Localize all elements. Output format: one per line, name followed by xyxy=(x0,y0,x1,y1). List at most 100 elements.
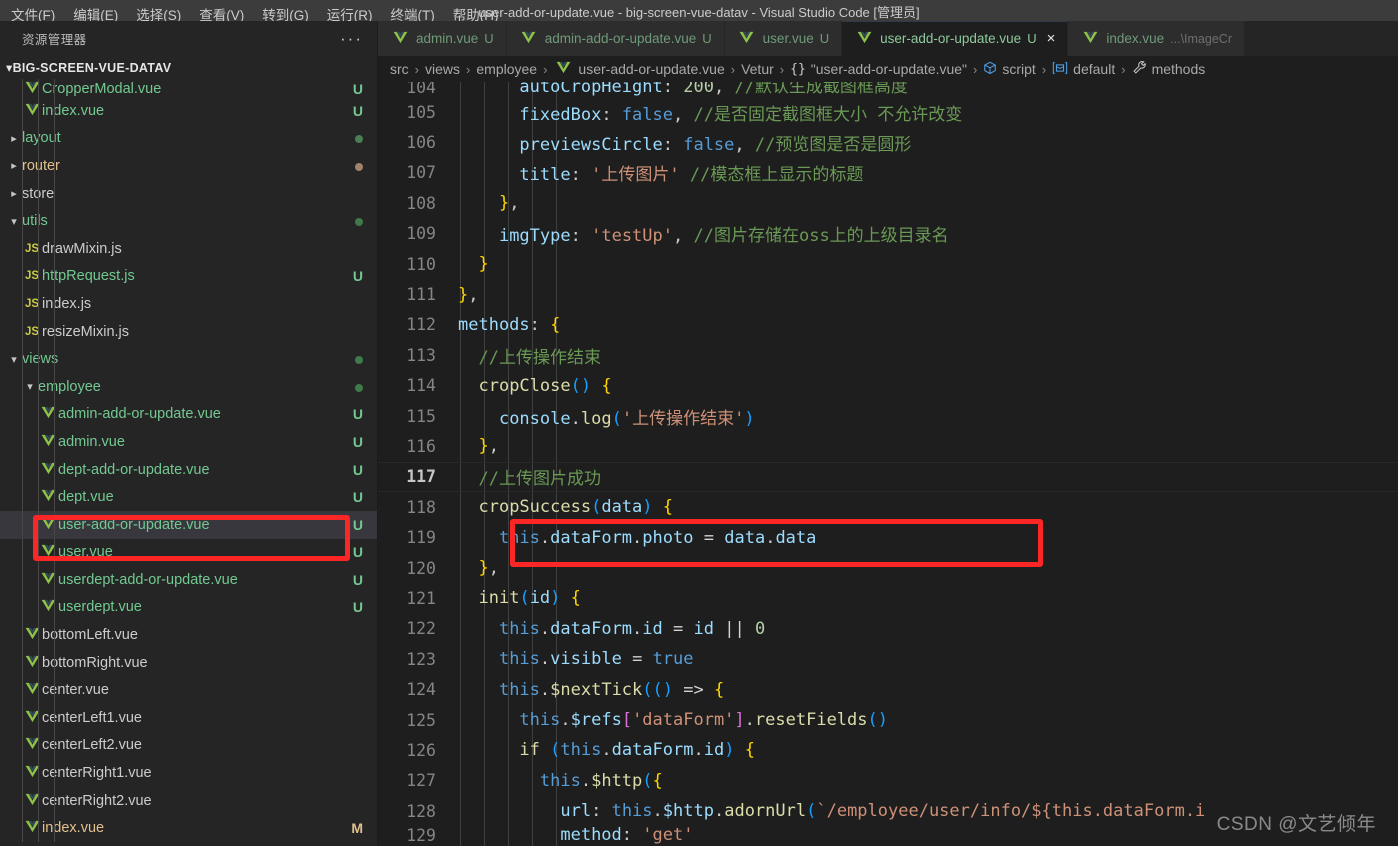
code-editor[interactable]: 104 autoCropHeight: 200, //默认生成截图框高度 105 … xyxy=(378,82,1398,846)
editor-tab[interactable]: user-add-or-update.vue U × xyxy=(842,21,1069,56)
tree-file-row[interactable]: bottomLeft.vue xyxy=(0,621,377,649)
line-number: 123 xyxy=(406,649,436,669)
code-line[interactable]: 107 title: '上传图片' //模态框上显示的标题 xyxy=(378,158,1398,188)
menu-item-run[interactable]: 运行(R) xyxy=(318,5,382,21)
menu-item-view[interactable]: 查看(V) xyxy=(190,5,253,21)
code-line[interactable]: 122 this.dataForm.id = id || 0 xyxy=(378,614,1398,644)
menu-item-file[interactable]: 文件(F) xyxy=(2,5,64,21)
workspace-root-row[interactable]: ▾ BIG-SCREEN-VUE-DATAV xyxy=(0,56,377,79)
tree-item-label: centerRight2.vue xyxy=(42,792,152,809)
tree-file-row[interactable]: dept.vue U xyxy=(0,483,377,511)
code-line[interactable]: 126 if (this.dataForm.id) { xyxy=(378,735,1398,765)
tree-file-row[interactable]: user.vue U xyxy=(0,539,377,567)
code-line[interactable]: 111}, xyxy=(378,279,1398,309)
tree-file-row[interactable]: index.vue U xyxy=(0,97,377,125)
code-content[interactable]: 104 autoCropHeight: 200, //默认生成截图框高度 105 … xyxy=(378,82,1398,844)
git-status-badge: U xyxy=(352,81,363,97)
file-tree[interactable]: CropperModal.vue Uindex.vue U ▸ layout ▸ route… xyxy=(0,79,377,843)
code-line[interactable]: 117 //上传图片成功 xyxy=(378,461,1398,493)
tree-folder-row[interactable]: ▾ views xyxy=(0,345,377,373)
tree-file-row[interactable]: JS resizeMixin.js xyxy=(0,318,377,346)
code-line[interactable]: 123 this.visible = true xyxy=(378,644,1398,674)
title-bar: 文件(F) 编辑(E) 选择(S) 查看(V) 转到(G) 运行(R) 终端(T… xyxy=(0,0,1398,21)
breadcrumb-item[interactable]: script xyxy=(979,61,1039,78)
tree-folder-row[interactable]: ▸ layout xyxy=(0,125,377,153)
editor-tab[interactable]: admin-add-or-update.vue U xyxy=(506,21,725,56)
editor-tab[interactable]: admin.vue U xyxy=(378,21,507,56)
menu-item-help[interactable]: 帮助(H) xyxy=(444,5,508,21)
breadcrumb-item[interactable]: methods xyxy=(1128,60,1210,78)
breadcrumb-item[interactable]: employee xyxy=(472,61,541,77)
breadcrumb-item[interactable]: default xyxy=(1048,61,1119,78)
tree-folder-row[interactable]: ▸ router xyxy=(0,152,377,180)
module-icon xyxy=(1052,61,1068,78)
breadcrumb-item[interactable]: Vetur xyxy=(737,61,778,77)
tree-file-row[interactable]: userdept-add-or-update.vue U xyxy=(0,566,377,594)
vscode-window: 文件(F) 编辑(E) 选择(S) 查看(V) 转到(G) 运行(R) 终端(T… xyxy=(0,0,1398,846)
menu-item-go[interactable]: 转到(G) xyxy=(253,5,318,21)
breadcrumb-item[interactable]: src xyxy=(386,61,413,77)
tree-file-row[interactable]: centerRight2.vue xyxy=(0,787,377,815)
tree-item-label: centerLeft1.vue xyxy=(42,709,142,726)
tree-file-row[interactable]: centerLeft2.vue xyxy=(0,732,377,760)
menu-item-selection[interactable]: 选择(S) xyxy=(127,5,190,21)
code-line[interactable]: 121 init(id) { xyxy=(378,583,1398,613)
code-line[interactable]: 104 autoCropHeight: 200, //默认生成截图框高度 xyxy=(378,82,1398,97)
code-text: init(id) { xyxy=(478,588,581,609)
chevron-down-icon[interactable]: ▾ xyxy=(22,380,38,393)
code-line[interactable]: 118 cropSuccess(data) { xyxy=(378,492,1398,522)
menu-item-edit[interactable]: 编辑(E) xyxy=(64,5,127,21)
code-line[interactable]: 106 previewsCircle: false, //预览图是否是圆形 xyxy=(378,127,1398,157)
more-actions-icon[interactable]: ··· xyxy=(340,30,363,47)
tree-file-row[interactable]: center.vue xyxy=(0,676,377,704)
vue-icon xyxy=(38,599,58,615)
code-line[interactable]: 112 methods: { xyxy=(378,310,1398,340)
chevron-down-icon[interactable]: ▾ xyxy=(6,353,22,366)
chevron-right-icon[interactable]: ▸ xyxy=(6,159,22,172)
code-line[interactable]: 116 }, xyxy=(378,431,1398,461)
tree-file-row[interactable]: admin.vue U xyxy=(0,428,377,456)
editor-tab[interactable]: user.vue U xyxy=(724,21,843,56)
code-line[interactable]: 105 fixedBox: false, //是否固定截图框大小 不允许改变 xyxy=(378,97,1398,127)
tree-file-row[interactable]: JS httpRequest.js U xyxy=(0,263,377,291)
editor-tab-bar[interactable]: admin.vue Uadmin-add-or-update.vue Uuser.v… xyxy=(378,21,1398,56)
tree-file-row[interactable]: JS drawMixin.js xyxy=(0,235,377,263)
breadcrumb[interactable]: src › views › employee › user-add-or-update.vu… xyxy=(378,56,1398,82)
code-line[interactable]: 127 this.$http({ xyxy=(378,766,1398,796)
code-line[interactable]: 113 //上传操作结束 xyxy=(378,340,1398,370)
code-line[interactable]: 110 } xyxy=(378,249,1398,279)
git-status-badge: U xyxy=(352,599,363,616)
tree-file-row[interactable]: user-add-or-update.vue U xyxy=(0,510,377,539)
menu-bar[interactable]: 文件(F) 编辑(E) 选择(S) 查看(V) 转到(G) 运行(R) 终端(T… xyxy=(0,0,508,21)
chevron-right-icon[interactable]: ▸ xyxy=(6,187,22,200)
tree-file-row[interactable]: JS index.js xyxy=(0,290,377,318)
tree-file-row[interactable]: centerRight1.vue xyxy=(0,759,377,787)
tree-file-row[interactable]: userdept.vue U xyxy=(0,594,377,622)
tree-file-row[interactable]: CropperModal.vue U xyxy=(0,79,377,97)
close-icon[interactable]: × xyxy=(1047,31,1056,46)
code-line[interactable]: 125 this.$refs['dataForm'].resetFields() xyxy=(378,705,1398,735)
tree-folder-row[interactable]: ▾ utils xyxy=(0,207,377,235)
tree-folder-row[interactable]: ▸store xyxy=(0,180,377,208)
breadcrumb-item[interactable]: views xyxy=(421,61,464,77)
breadcrumb-item[interactable]: {} "user-add-or-update.vue" xyxy=(786,61,971,77)
code-line[interactable]: 109 imgType: 'testUp', //图片存储在oss上的上级目录名 xyxy=(378,219,1398,249)
code-line[interactable]: 114 cropClose() { xyxy=(378,371,1398,401)
tree-file-row[interactable]: index.vue M xyxy=(0,814,377,842)
code-line[interactable]: 115 console.log('上传操作结束') xyxy=(378,401,1398,431)
tree-folder-row[interactable]: ▾ employee xyxy=(0,373,377,401)
tree-file-row[interactable]: bottomRight.vue xyxy=(0,649,377,677)
code-line[interactable]: 119 this.dataForm.photo = data.data xyxy=(378,522,1398,552)
tree-file-row[interactable]: admin-add-or-update.vue U xyxy=(0,401,377,429)
tree-file-row[interactable]: dept-add-or-update.vue U xyxy=(0,456,377,484)
code-line[interactable]: 124 this.$nextTick(() => { xyxy=(378,674,1398,704)
editor-tab[interactable]: index.vue ...\ImageCr xyxy=(1068,21,1245,56)
chevron-down-icon[interactable]: ▾ xyxy=(6,215,22,228)
line-number: 118 xyxy=(406,497,436,517)
code-line[interactable]: 108 }, xyxy=(378,188,1398,218)
tree-file-row[interactable]: centerLeft1.vue xyxy=(0,704,377,732)
code-line[interactable]: 120 }, xyxy=(378,553,1398,583)
breadcrumb-item[interactable]: user-add-or-update.vue xyxy=(549,61,728,77)
chevron-right-icon[interactable]: ▸ xyxy=(6,132,22,145)
menu-item-terminal[interactable]: 终端(T) xyxy=(382,5,444,21)
